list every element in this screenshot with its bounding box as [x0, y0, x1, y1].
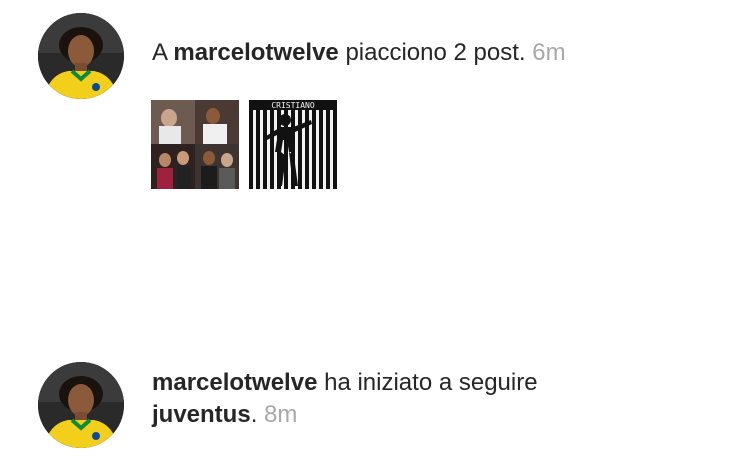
username-link[interactable]: marcelotwelve [173, 39, 338, 66]
timestamp: 6m [532, 39, 566, 66]
notification-line-1: marcelotwelve ha iniziato a seguire [152, 367, 538, 399]
profile-avatar[interactable] [38, 13, 124, 99]
notification-action: piacciono 2 post. [338, 39, 526, 66]
notification-action: ha iniziato a seguire [317, 369, 538, 396]
notification-text: A marcelotwelve piacciono 2 post. 6m [152, 37, 566, 69]
notification-suffix: . [250, 401, 258, 428]
followed-account-link[interactable]: juventus [152, 401, 251, 428]
notification-text: marcelotwelve ha iniziato a seguire juve… [152, 367, 538, 431]
post-thumbnail-2[interactable]: CRISTIANO [249, 100, 337, 189]
timestamp: 8m [264, 401, 298, 428]
poster-text: CRISTIANO [271, 101, 315, 110]
cristiano-poster-thumbnail-icon: CRISTIANO [249, 100, 337, 189]
avatar-image [38, 13, 124, 99]
notification-prefix: A [152, 39, 174, 66]
username-link[interactable]: marcelotwelve [152, 369, 317, 396]
photo-collage-thumbnail-icon [151, 100, 239, 189]
avatar-image [38, 362, 124, 448]
profile-avatar[interactable] [38, 362, 124, 448]
post-thumbnail-1[interactable] [151, 100, 239, 189]
liked-posts-thumbnails: CRISTIANO [151, 100, 337, 189]
notification-line-2: juventus. 8m [152, 399, 538, 431]
